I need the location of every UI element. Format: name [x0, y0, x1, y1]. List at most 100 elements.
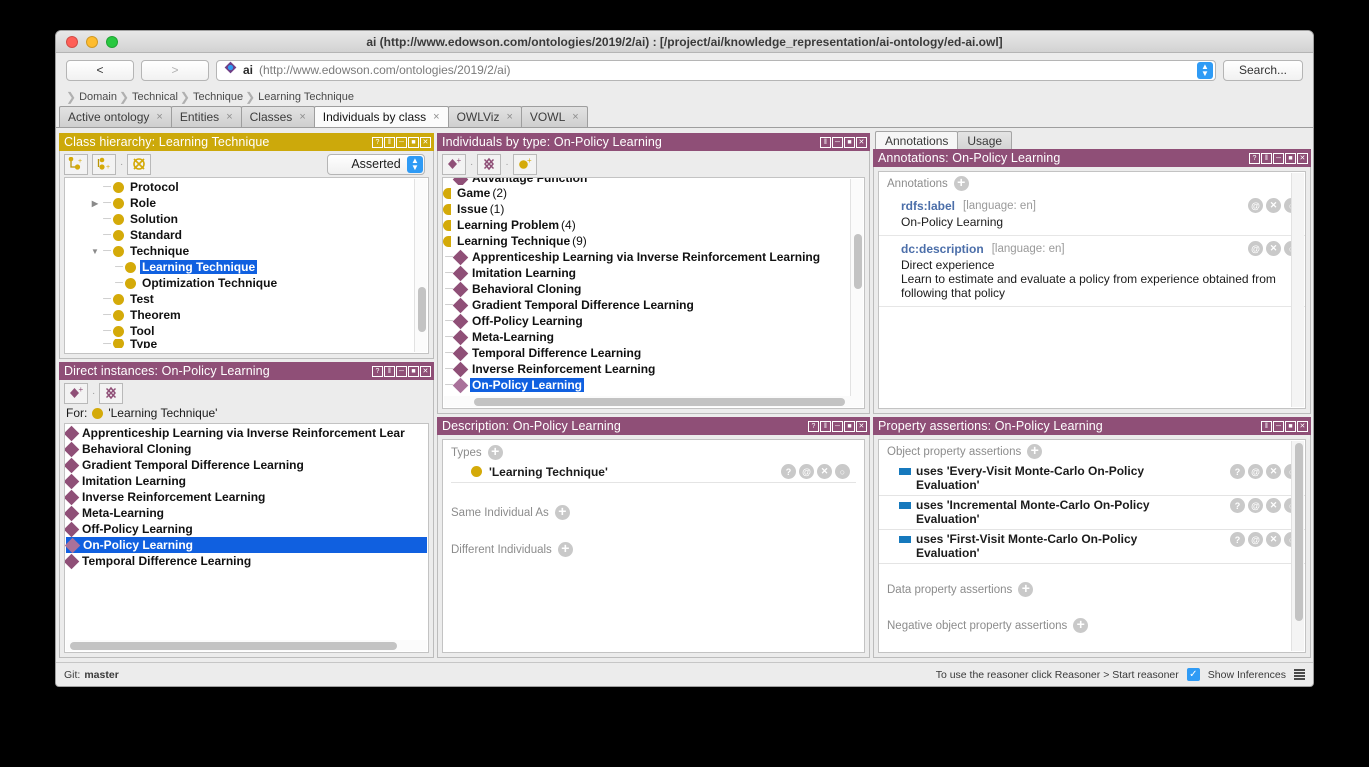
add-type-button[interactable]: +: [487, 444, 503, 460]
tree-row[interactable]: ─ Meta-Learning: [443, 329, 864, 345]
help-row-button[interactable]: ?: [1230, 498, 1245, 513]
maximize-button[interactable]: ■: [408, 365, 419, 377]
object-assertion-row[interactable]: uses 'Incremental Monte-Carlo On-Policy …: [879, 496, 1305, 530]
annotation-entry[interactable]: rdfs:label [language: en] @ ✕ ○ On-Polic…: [879, 193, 1305, 236]
tab-vowl[interactable]: VOWL ×: [520, 106, 588, 127]
tree-row[interactable]: ─ Theorem: [65, 307, 428, 323]
list-view-icon[interactable]: [1294, 669, 1305, 680]
show-inferences-checkbox[interactable]: ✓: [1186, 668, 1200, 681]
split-button[interactable]: ‖: [1261, 420, 1272, 432]
reasoner-mode-dropdown[interactable]: Asserted ▲ ▼: [327, 153, 425, 175]
close-button[interactable]: ✕: [420, 136, 431, 148]
search-button[interactable]: Search...: [1223, 59, 1303, 81]
help-button[interactable]: ?: [372, 365, 383, 377]
delete-row-button[interactable]: ✕: [1266, 532, 1281, 547]
tab-classes[interactable]: Classes ×: [240, 106, 315, 127]
close-button[interactable]: ✕: [1297, 152, 1308, 164]
split-button[interactable]: ‖: [820, 420, 831, 432]
list-item[interactable]: Gradient Temporal Difference Learning: [65, 457, 428, 473]
tree-row[interactable]: ─ Tool: [65, 323, 428, 339]
delete-row-button[interactable]: ✕: [1266, 241, 1281, 256]
tree-row[interactable]: ─ Test: [65, 291, 428, 307]
minimize-button[interactable]: ─: [1273, 152, 1284, 164]
tree-row[interactable]: ─ Solution: [65, 211, 428, 227]
tree-row[interactable]: ─ Imitation Learning: [443, 265, 864, 281]
tab-usage[interactable]: Usage: [957, 131, 1013, 149]
maximize-button[interactable]: ■: [844, 136, 855, 148]
annotate-row-button[interactable]: @: [799, 464, 814, 479]
add-object-assertion-button[interactable]: +: [1027, 443, 1043, 459]
horizontal-scrollbar[interactable]: [444, 396, 863, 407]
add-individual-button[interactable]: +: [442, 153, 466, 175]
tree-row[interactable]: ▶ ─ Role: [65, 195, 428, 211]
delete-row-button[interactable]: ✕: [1266, 198, 1281, 213]
entity-iri-field[interactable]: ai (http://www.edowson.com/ontologies/20…: [216, 59, 1216, 81]
list-item[interactable]: Meta-Learning: [65, 505, 428, 521]
object-assertion-row[interactable]: uses 'First-Visit Monte-Carlo On-Policy …: [879, 530, 1305, 564]
tree-row[interactable]: ─ Protocol: [65, 179, 428, 195]
tree-row[interactable]: ─ On-Policy Learning: [443, 377, 864, 393]
tree-row[interactable]: Learning Technique (9): [443, 233, 864, 249]
add-annotation-button[interactable]: +: [953, 175, 969, 191]
help-button[interactable]: ?: [808, 420, 819, 432]
split-button[interactable]: ‖: [384, 136, 395, 148]
add-different-individuals-button[interactable]: +: [557, 541, 573, 557]
add-negative-assertion-button[interactable]: +: [1073, 617, 1089, 633]
add-individual-button[interactable]: +: [64, 382, 88, 404]
tree-row[interactable]: ─ Apprenticeship Learning via Inverse Rei…: [443, 249, 864, 265]
add-same-individual-button[interactable]: +: [554, 504, 570, 520]
chevron-right-icon[interactable]: ▶: [89, 199, 101, 208]
close-button[interactable]: ✕: [1297, 420, 1308, 432]
type-row[interactable]: 'Learning Technique' ? @ ✕ ○: [451, 462, 856, 483]
minimize-button[interactable]: ─: [396, 365, 407, 377]
delete-row-button[interactable]: ✕: [817, 464, 832, 479]
scrollbar-thumb[interactable]: [70, 642, 397, 650]
maximize-window-button[interactable]: [106, 35, 118, 48]
tree-row[interactable]: Game (2): [443, 185, 864, 201]
delete-individual-button[interactable]: [477, 153, 502, 175]
annotation-entry[interactable]: dc:description [language: en] @ ✕ ○ Dire…: [879, 236, 1305, 307]
split-button[interactable]: ‖: [384, 365, 395, 377]
tree-row[interactable]: ─ Optimization Technique: [65, 275, 428, 291]
tab-annotations[interactable]: Annotations: [875, 131, 959, 149]
close-button[interactable]: ✕: [856, 136, 867, 148]
tab-active-ontology[interactable]: Active ontology ×: [59, 106, 172, 127]
help-row-button[interactable]: ?: [1230, 464, 1245, 479]
split-button[interactable]: ‖: [820, 136, 831, 148]
tree-row[interactable]: ─ Type: [65, 339, 428, 348]
class-hierarchy-tree[interactable]: ─ Protocol ▶ ─ Role ─ Solution ─ Standard ▼ ─ T…: [64, 177, 429, 354]
minimize-button[interactable]: ─: [832, 420, 843, 432]
forward-button[interactable]: >: [141, 59, 209, 81]
delete-row-button[interactable]: ✕: [1266, 464, 1281, 479]
vertical-scrollbar[interactable]: [1291, 173, 1304, 407]
list-item[interactable]: Inverse Reinforcement Learning: [65, 489, 428, 505]
add-data-assertion-button[interactable]: +: [1018, 581, 1034, 597]
delete-individual-button[interactable]: [99, 382, 124, 404]
list-item[interactable]: Imitation Learning: [65, 473, 428, 489]
list-item[interactable]: Behavioral Cloning: [65, 441, 428, 457]
close-window-button[interactable]: [66, 35, 78, 48]
help-button[interactable]: ?: [372, 136, 383, 148]
scrollbar-thumb[interactable]: [1295, 443, 1303, 621]
horizontal-scrollbar[interactable]: [66, 640, 427, 651]
vertical-scrollbar[interactable]: [414, 179, 427, 352]
list-item[interactable]: Off-Policy Learning: [65, 521, 428, 537]
help-row-button[interactable]: ?: [781, 464, 796, 479]
breadcrumb-item-domain[interactable]: ❯ Domain: [66, 90, 117, 104]
tree-row[interactable]: ─ Inverse Reinforcement Learning: [443, 361, 864, 377]
close-icon[interactable]: ×: [226, 111, 232, 123]
close-icon[interactable]: ×: [433, 111, 439, 123]
maximize-button[interactable]: ■: [844, 420, 855, 432]
list-item[interactable]: On-Policy Learning: [65, 537, 427, 553]
help-button[interactable]: ?: [1249, 152, 1260, 164]
edit-row-button[interactable]: ○: [835, 464, 850, 479]
add-class-button[interactable]: +: [512, 153, 537, 175]
annotate-row-button[interactable]: @: [1248, 532, 1263, 547]
close-icon[interactable]: ×: [572, 111, 578, 123]
vertical-scrollbar[interactable]: [1291, 441, 1304, 651]
annotate-row-button[interactable]: @: [1248, 241, 1263, 256]
list-item[interactable]: Apprenticeship Learning via Inverse Rein…: [65, 425, 428, 441]
split-button[interactable]: ‖: [1261, 152, 1272, 164]
close-icon[interactable]: ×: [299, 111, 305, 123]
minimize-button[interactable]: ─: [396, 136, 407, 148]
